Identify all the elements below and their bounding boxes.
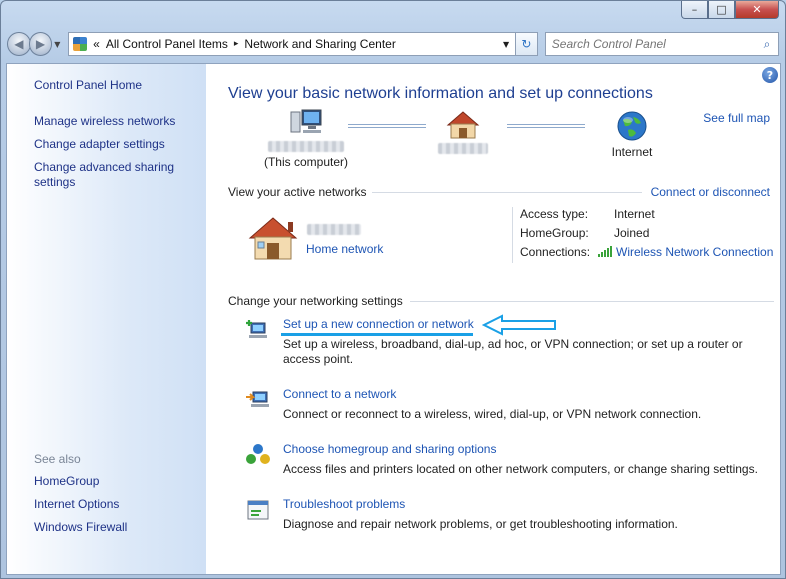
sidebar-manage-wireless[interactable]: Manage wireless networks xyxy=(34,114,199,129)
back-button[interactable]: ◀ xyxy=(7,32,31,56)
home-network-link[interactable]: Home network xyxy=(306,242,383,256)
map-internet[interactable]: Internet xyxy=(599,110,665,159)
active-network-name-redacted xyxy=(307,224,361,238)
sidebar-advanced-sharing[interactable]: Change advanced sharing settings xyxy=(34,160,199,190)
search-icon[interactable]: ⌕ xyxy=(756,37,778,52)
breadcrumb-all-items[interactable]: All Control Panel Items xyxy=(106,37,228,51)
address-dropdown-icon[interactable]: ▼ xyxy=(497,40,515,49)
sidebar: Control Panel Home Manage wireless netwo… xyxy=(7,64,206,574)
control-panel-icon xyxy=(73,37,88,51)
homegroup-sharing-description: Access files and printers located on oth… xyxy=(283,462,758,476)
recent-pages-dropdown-icon[interactable]: ▼ xyxy=(54,40,64,49)
help-icon[interactable]: ? xyxy=(762,67,778,83)
computer-icon xyxy=(290,109,322,133)
network-name-redacted xyxy=(438,143,488,154)
setup-connection-link[interactable]: Set up a new connection or network xyxy=(283,317,474,331)
troubleshoot-icon xyxy=(247,500,269,520)
forward-button[interactable]: ▶ xyxy=(28,32,53,56)
content-area: Control Panel Home Manage wireless netwo… xyxy=(6,63,781,575)
connect-network-icon xyxy=(246,391,269,407)
wireless-signal-icon xyxy=(598,246,612,257)
vertical-divider xyxy=(512,207,513,263)
sidebar-change-adapter[interactable]: Change adapter settings xyxy=(34,137,199,152)
networking-settings-heading: Change your networking settings xyxy=(228,294,403,308)
connect-network-description: Connect or reconnect to a wireless, wire… xyxy=(283,407,702,421)
wireless-connection-label[interactable]: Wireless Network Connection xyxy=(616,245,773,259)
breadcrumb-separator-icon[interactable]: ▸ xyxy=(234,39,239,49)
internet-label: Internet xyxy=(611,145,653,159)
map-this-computer[interactable]: (This computer) xyxy=(261,108,351,169)
section-divider xyxy=(372,192,642,193)
homegroup-label: HomeGroup: xyxy=(520,226,589,240)
maximize-button[interactable]: □ xyxy=(708,1,735,19)
homegroup-icon xyxy=(246,444,270,464)
back-arrow-icon: ◀ xyxy=(14,37,24,51)
page-title: View your basic network information and … xyxy=(228,85,653,102)
homegroup-joined-link[interactable]: Joined xyxy=(614,226,649,240)
refresh-button[interactable]: ↻ xyxy=(516,32,538,56)
map-home-network[interactable] xyxy=(438,110,488,157)
sidebar-control-panel-home[interactable]: Control Panel Home xyxy=(34,78,199,93)
connect-or-disconnect-link[interactable]: Connect or disconnect xyxy=(651,185,770,199)
highlight-arrow-icon xyxy=(482,314,556,336)
sidebar-windows-firewall[interactable]: Windows Firewall xyxy=(34,520,199,535)
connect-network-link[interactable]: Connect to a network xyxy=(283,387,396,401)
address-bar[interactable]: « All Control Panel Items ▸ Network and … xyxy=(68,32,517,56)
close-button[interactable]: ✕ xyxy=(735,1,779,19)
window: – □ ✕ ◀ ▶ ▼ « All Control Panel Items ▸ … xyxy=(0,0,786,579)
search-input[interactable] xyxy=(551,37,757,51)
house-icon xyxy=(446,111,480,139)
this-computer-label: (This computer) xyxy=(263,155,349,169)
homegroup-sharing-link[interactable]: Choose homegroup and sharing options xyxy=(283,442,496,456)
breadcrumb-network-center[interactable]: Network and Sharing Center xyxy=(244,37,395,51)
sidebar-internet-options[interactable]: Internet Options xyxy=(34,497,199,512)
map-connector-line xyxy=(348,124,426,128)
search-box[interactable]: ⌕ xyxy=(544,32,780,56)
troubleshoot-description: Diagnose and repair network problems, or… xyxy=(283,517,678,531)
minimize-button[interactable]: – xyxy=(681,1,708,19)
new-connection-icon xyxy=(246,320,267,338)
map-connector-line xyxy=(507,124,585,128)
forward-arrow-icon: ▶ xyxy=(35,37,46,51)
globe-icon xyxy=(617,111,647,141)
home-network-icon xyxy=(248,216,298,265)
setup-connection-description: Set up a wireless, broadband, dial-up, a… xyxy=(283,337,743,366)
troubleshoot-link[interactable]: Troubleshoot problems xyxy=(283,497,405,511)
refresh-icon: ↻ xyxy=(521,37,532,51)
caption-buttons: – □ ✕ xyxy=(681,1,779,19)
computer-name-redacted xyxy=(268,141,344,152)
sidebar-homegroup[interactable]: HomeGroup xyxy=(34,474,199,489)
section-divider xyxy=(410,301,774,302)
see-full-map-link[interactable]: See full map xyxy=(703,111,770,125)
access-type-label: Access type: xyxy=(520,207,589,221)
wireless-connection-link[interactable]: Wireless Network Connection xyxy=(597,245,773,259)
access-type-value: Internet xyxy=(614,207,655,221)
highlight-underline xyxy=(281,333,473,336)
navigation-bar: ◀ ▶ ▼ « All Control Panel Items ▸ Networ… xyxy=(7,31,780,57)
breadcrumb-overflow[interactable]: « xyxy=(93,37,100,51)
connections-label: Connections: xyxy=(520,245,591,259)
active-networks-heading: View your active networks xyxy=(228,185,367,199)
see-also-heading: See also xyxy=(34,452,81,466)
main-panel: ? View your basic network information an… xyxy=(206,64,780,574)
